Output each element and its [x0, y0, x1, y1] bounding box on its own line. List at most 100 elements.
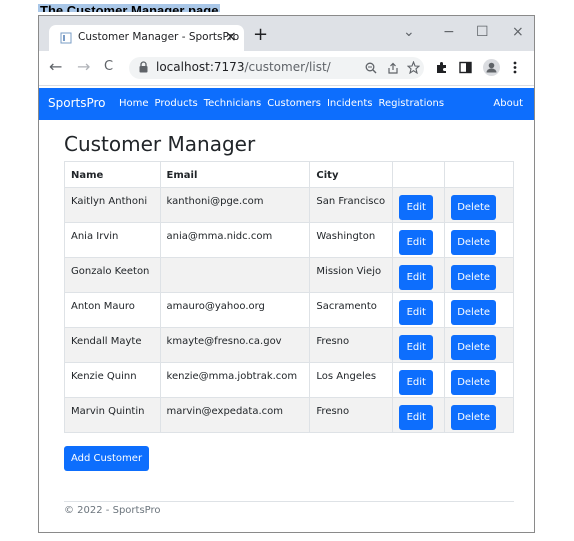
nav-link-customers[interactable]: Customers	[267, 98, 321, 109]
side-panel-icon[interactable]	[459, 61, 472, 74]
edit-button[interactable]: Edit	[399, 265, 434, 290]
browser-window: Customer Manager - SportsPro × + ⌄ − ☐ ×…	[38, 15, 535, 533]
customer-city: Fresno	[309, 397, 394, 433]
customer-email: kenzie@mma.jobtrak.com	[159, 362, 311, 398]
customer-city: San Francisco	[309, 187, 394, 223]
edit-cell: Edit	[392, 327, 446, 363]
edit-button[interactable]: Edit	[399, 335, 434, 360]
url-text: localhost:7173/customer/list/	[156, 60, 331, 74]
edit-cell: Edit	[392, 292, 446, 328]
more-menu-icon[interactable]	[513, 61, 517, 74]
customer-city: Fresno	[309, 327, 394, 363]
tab-bar: Customer Manager - SportsPro × + ⌄ − ☐ ×	[39, 16, 534, 51]
profile-avatar-icon[interactable]	[483, 59, 500, 76]
delete-button[interactable]: Delete	[451, 300, 497, 325]
nav-link-products[interactable]: Products	[155, 98, 198, 109]
customer-city: Los Angeles	[309, 362, 394, 398]
edit-button[interactable]: Edit	[399, 370, 434, 395]
new-tab-icon[interactable]: +	[253, 24, 268, 45]
table-row: Anton Mauro amauro@yahoo.org Sacramento …	[64, 292, 514, 328]
customer-city: Mission Viejo	[309, 257, 394, 293]
footer-divider	[64, 501, 514, 502]
footer-copyright: © 2022 - SportsPro	[64, 505, 161, 516]
edit-button[interactable]: Edit	[399, 230, 434, 255]
customer-email: ania@mma.nidc.com	[159, 222, 311, 258]
table-row: Kendall Mayte kmayte@fresno.ca.gov Fresn…	[64, 327, 514, 363]
edit-cell: Edit	[392, 187, 446, 223]
customer-city: Washington	[309, 222, 394, 258]
customer-name: Kaitlyn Anthoni	[64, 187, 161, 223]
delete-cell: Delete	[444, 362, 514, 398]
nav-links: Home Products Technicians Customers Inci…	[119, 98, 450, 109]
bookmark-star-icon[interactable]	[407, 61, 420, 74]
delete-cell: Delete	[444, 327, 514, 363]
edit-button[interactable]: Edit	[399, 300, 434, 325]
add-customer-button[interactable]: Add Customer	[64, 446, 149, 471]
delete-cell: Delete	[444, 397, 514, 433]
customer-city: Sacramento	[309, 292, 394, 328]
browser-tab[interactable]: Customer Manager - SportsPro ×	[49, 25, 244, 51]
customer-name: Kenzie Quinn	[64, 362, 161, 398]
tab-title: Customer Manager - SportsPro	[78, 31, 240, 43]
table-row: Ania Irvin ania@mma.nidc.com Washington …	[64, 222, 514, 258]
site-navbar: SportsPro Home Products Technicians Cust…	[39, 88, 534, 120]
delete-cell: Delete	[444, 222, 514, 258]
zoom-icon[interactable]	[365, 62, 377, 74]
delete-button[interactable]: Delete	[451, 265, 497, 290]
minimize-icon[interactable]: −	[443, 24, 455, 40]
url-host: localhost:7173	[156, 60, 245, 74]
delete-button[interactable]: Delete	[451, 405, 497, 430]
nav-link-home[interactable]: Home	[119, 98, 149, 109]
figure-caption: The Customer Manager page	[38, 0, 221, 12]
nav-link-registrations[interactable]: Registrations	[379, 98, 445, 109]
customer-email: kmayte@fresno.ca.gov	[159, 327, 311, 363]
delete-button[interactable]: Delete	[451, 370, 497, 395]
edit-cell: Edit	[392, 257, 446, 293]
column-header-city: City	[309, 161, 394, 188]
url-path: /customer/list/	[244, 60, 331, 74]
customer-email: amauro@yahoo.org	[159, 292, 311, 328]
edit-cell: Edit	[392, 362, 446, 398]
delete-button[interactable]: Delete	[451, 230, 497, 255]
reload-icon[interactable]: C	[104, 59, 113, 74]
extensions-icon[interactable]	[435, 61, 448, 74]
column-header-delete	[444, 161, 514, 188]
address-bar[interactable]: localhost:7173/customer/list/	[129, 57, 424, 79]
page-title: Customer Manager	[64, 132, 256, 156]
customer-name: Ania Irvin	[64, 222, 161, 258]
nav-link-incidents[interactable]: Incidents	[327, 98, 373, 109]
column-header-edit	[392, 161, 446, 188]
customer-email: kanthoni@pge.com	[159, 187, 311, 223]
nav-link-about[interactable]: About	[493, 98, 523, 109]
table-row: Kenzie Quinn kenzie@mma.jobtrak.com Los …	[64, 362, 514, 398]
delete-button[interactable]: Delete	[451, 195, 497, 220]
table-row: Marvin Quintin marvin@expedata.com Fresn…	[64, 397, 514, 433]
maximize-icon[interactable]: ☐	[476, 24, 489, 40]
close-window-icon[interactable]: ×	[512, 24, 524, 40]
page-favicon-icon	[60, 32, 72, 44]
edit-button[interactable]: Edit	[399, 405, 434, 430]
edit-button[interactable]: Edit	[399, 195, 434, 220]
customer-email	[159, 257, 311, 293]
share-icon[interactable]	[387, 62, 399, 74]
delete-button[interactable]: Delete	[451, 335, 497, 360]
table-row: Kaitlyn Anthoni kanthoni@pge.com San Fra…	[64, 187, 514, 223]
customer-name: Anton Mauro	[64, 292, 161, 328]
customer-email: marvin@expedata.com	[159, 397, 311, 433]
customer-name: Gonzalo Keeton	[64, 257, 161, 293]
navbar-brand[interactable]: SportsPro	[48, 96, 106, 110]
customer-name: Kendall Mayte	[64, 327, 161, 363]
delete-cell: Delete	[444, 292, 514, 328]
delete-cell: Delete	[444, 257, 514, 293]
lock-icon	[139, 61, 148, 73]
table-row: Gonzalo Keeton Mission Viejo Edit Delete	[64, 257, 514, 293]
tab-search-icon[interactable]: ⌄	[403, 24, 415, 40]
delete-cell: Delete	[444, 187, 514, 223]
customer-table: Name Email City Kaitlyn Anthoni kanthoni…	[64, 161, 514, 433]
tab-close-icon[interactable]: ×	[225, 29, 237, 45]
nav-link-technicians[interactable]: Technicians	[204, 98, 261, 109]
back-icon[interactable]: ←	[49, 57, 62, 76]
browser-toolbar: ← → C localhost:7173/customer/list/	[39, 51, 534, 86]
customer-name: Marvin Quintin	[64, 397, 161, 433]
forward-icon[interactable]: →	[77, 57, 90, 76]
